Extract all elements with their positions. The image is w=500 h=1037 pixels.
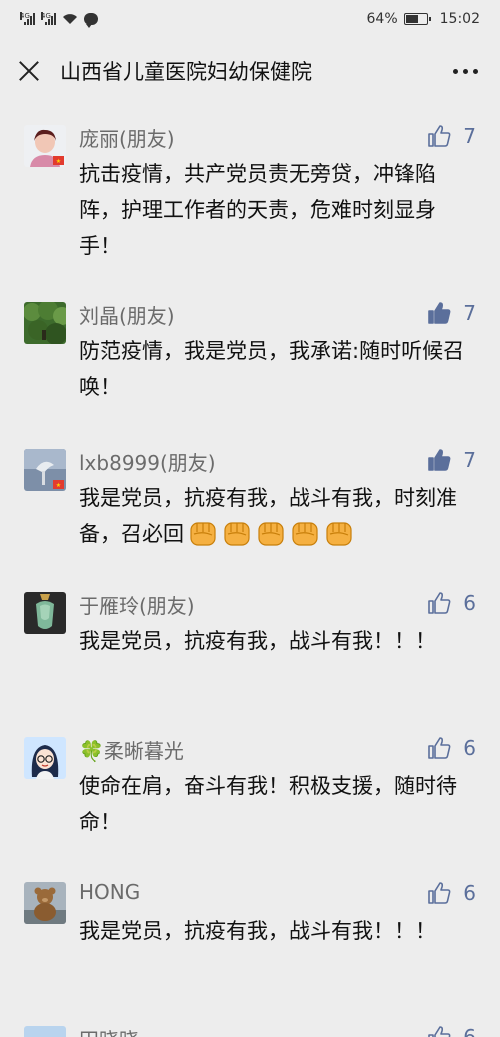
fist-emoji-icon (326, 522, 352, 546)
commenter-name[interactable]: 🍀柔晰暮光 (79, 735, 184, 764)
like-button[interactable]: 7 (427, 301, 476, 325)
title-bar: 山西省儿童医院妇幼保健院 (0, 38, 500, 104)
fist-emoji-icon (292, 522, 318, 546)
battery-percent: 64% (366, 11, 398, 27)
status-left: 4G 4G (20, 12, 98, 28)
comment-text: 防范疫情，我是党员，我承诺:随时听候召唤！ (79, 339, 465, 399)
fist-emoji-icon (258, 522, 284, 546)
comment-list[interactable]: ★ 庞丽(朋友) 7 抗击疫情，共产党员责无旁贷，冲锋陷阵，护理工作者的天责，危… (0, 104, 500, 1037)
commenter-name[interactable]: lxb8999(朋友) (79, 447, 216, 476)
like-count: 7 (463, 124, 476, 148)
like-button[interactable]: 7 (427, 448, 476, 472)
signal-icon: 4G (41, 12, 56, 25)
avatar[interactable] (24, 882, 66, 924)
comment-text: 抗击疫情，共产党员责无旁贷，冲锋陷阵，护理工作者的天责，危难时刻显身手！ (79, 162, 436, 258)
like-count: 7 (463, 301, 476, 325)
commenter-name[interactable]: 刘晶(朋友) (79, 300, 175, 329)
like-count: 6 (463, 736, 476, 760)
comment-text: 我是党员，抗疫有我，战斗有我，时刻准备，召必回 (79, 480, 474, 552)
like-button[interactable]: 6 (427, 881, 476, 905)
message-icon (84, 13, 98, 28)
avatar[interactable] (24, 1026, 66, 1037)
like-button[interactable]: 6 (427, 736, 476, 760)
svg-text:★: ★ (56, 482, 61, 489)
avatar[interactable] (24, 592, 66, 634)
fist-emoji-group (184, 522, 354, 546)
thumbs-up-icon (428, 1026, 451, 1037)
thumbs-up-icon (428, 737, 451, 759)
like-count: 6 (463, 1025, 476, 1037)
thumbs-up-icon (428, 592, 451, 614)
svg-text:★: ★ (56, 158, 61, 165)
close-icon[interactable] (16, 58, 42, 84)
commenter-name[interactable]: HONG (79, 880, 140, 904)
avatar[interactable] (24, 302, 66, 344)
wifi-icon (63, 14, 77, 24)
clock: 15:02 (439, 11, 480, 27)
thumbs-up-icon (428, 125, 451, 147)
commenter-name[interactable]: 田晓晓 (79, 1024, 139, 1037)
battery-icon (403, 13, 431, 25)
signal-icon: 4G (20, 12, 35, 25)
avatar[interactable]: ★ (24, 125, 66, 167)
fist-emoji-icon (224, 522, 250, 546)
avatar[interactable]: ★ (24, 449, 66, 491)
like-count: 6 (463, 591, 476, 615)
status-bar: 4G 4G 64% 15:02 (0, 0, 500, 38)
like-count: 7 (463, 448, 476, 472)
comment-text: 我是党员，抗疫有我，战斗有我！！！ (79, 629, 436, 653)
more-options-icon[interactable] (447, 63, 484, 80)
fist-emoji-icon (190, 522, 216, 546)
like-count: 6 (463, 881, 476, 905)
like-button[interactable]: 6 (427, 1025, 476, 1037)
like-button[interactable]: 6 (427, 591, 476, 615)
commenter-name[interactable]: 于雁玲(朋友) (79, 590, 195, 619)
thumbs-up-icon (428, 882, 451, 904)
commenter-name[interactable]: 庞丽(朋友) (79, 123, 175, 152)
status-right: 64% 15:02 (367, 11, 480, 27)
thumbs-up-icon (428, 302, 451, 324)
thumbs-up-icon (428, 449, 451, 471)
page-title: 山西省儿童医院妇幼保健院 (60, 60, 312, 84)
comment-text: 我是党员，抗疫有我，战斗有我！！！ (79, 919, 436, 943)
like-button[interactable]: 7 (427, 124, 476, 148)
avatar[interactable] (24, 737, 66, 779)
comment-text: 使命在肩，奋斗有我！积极支援，随时待命！ (79, 774, 457, 834)
